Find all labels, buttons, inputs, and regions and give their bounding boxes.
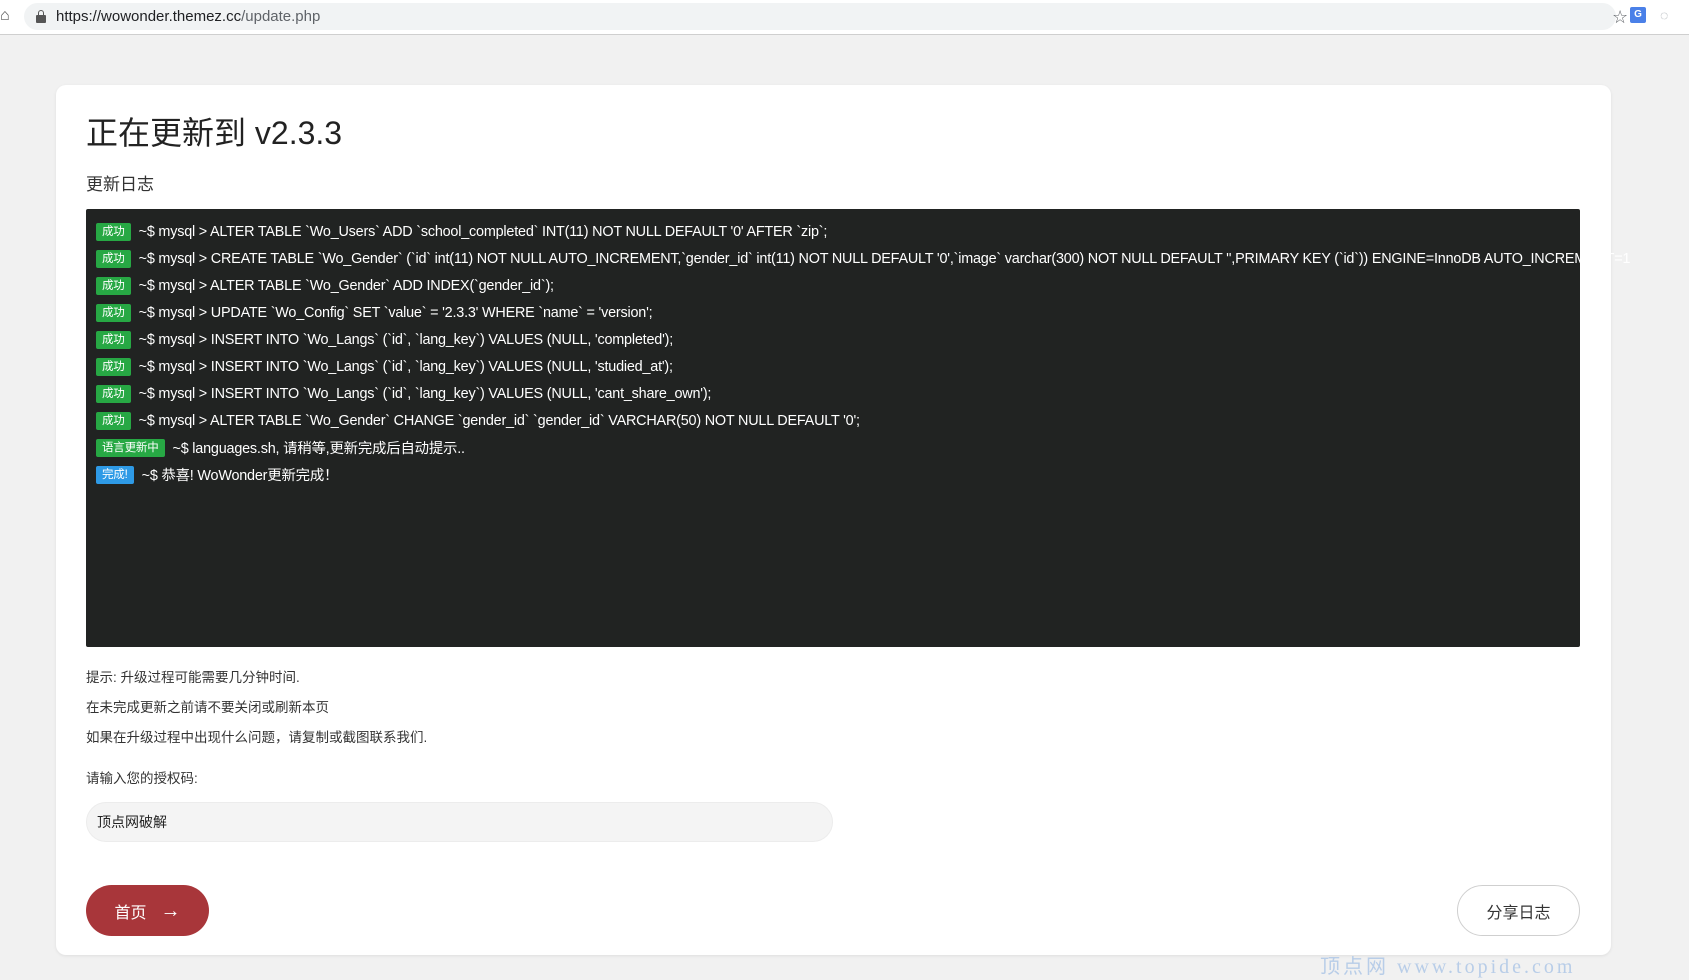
log-line: 成功 ~$ mysql > INSERT INTO `Wo_Langs` (`id…	[96, 326, 1570, 353]
log-text: ~$ mysql > ALTER TABLE `Wo_Gender` CHANG…	[138, 412, 860, 429]
success-badge: 语言更新中	[96, 438, 165, 457]
log-lines: 成功 ~$ mysql > ALTER TABLE `Wo_Users` ADD …	[96, 218, 1630, 488]
notes: 提示: 升级过程可能需要几分钟时间. 在未完成更新之前请不要关闭或刷新本页 如果…	[86, 663, 427, 753]
license-code-label: 请输入您的授权码:	[86, 771, 198, 786]
success-badge: 成功	[96, 222, 131, 241]
note-line: 在未完成更新之前请不要关闭或刷新本页	[86, 700, 329, 715]
log-text: ~$ mysql > ALTER TABLE `Wo_Users` ADD `s…	[138, 223, 828, 240]
lock-icon[interactable]	[36, 10, 46, 23]
success-badge: 成功	[96, 384, 131, 403]
log-text: ~$ 恭喜! WoWonder更新完成！	[141, 468, 339, 484]
watermark: 顶点网 www.topide.com	[1320, 956, 1576, 978]
home-button[interactable]: 首页 →	[86, 885, 209, 936]
log-line: 成功 ~$ mysql > UPDATE `Wo_Config` SET `val…	[96, 299, 1570, 326]
page-title: 正在更新到 v2.3.3	[86, 115, 343, 151]
log-text: ~$ mysql > CREATE TABLE `Wo_Gender` (`id…	[138, 250, 1631, 267]
log-line: 完成! ~$ 恭喜! WoWonder更新完成！	[96, 461, 1570, 488]
browser-toolbar: ⌂ https://wowonder.themez.cc/update.php …	[0, 0, 1689, 35]
address-bar[interactable]: https://wowonder.themez.cc/update.php ☆	[24, 3, 1628, 30]
log-line: 成功 ~$ mysql > ALTER TABLE `Wo_Gender` CHA…	[96, 407, 1570, 434]
note-line: 提示: 升级过程可能需要几分钟时间.	[86, 670, 300, 685]
log-line: 成功 ~$ mysql > CREATE TABLE `Wo_Gender` (`…	[96, 245, 1630, 272]
log-line: 语言更新中 ~$ languages.sh, 请稍等,更新完成后自动提示..	[96, 434, 1570, 461]
share-log-button[interactable]: 分享日志	[1457, 885, 1580, 936]
log-text: ~$ mysql > INSERT INTO `Wo_Langs` (`id`,…	[138, 331, 674, 348]
log-line: 成功 ~$ mysql > INSERT INTO `Wo_Langs` (`id…	[96, 380, 1570, 407]
log-text: ~$ mysql > INSERT INTO `Wo_Langs` (`id`,…	[138, 358, 673, 375]
update-log-console[interactable]: 成功 ~$ mysql > ALTER TABLE `Wo_Users` ADD …	[86, 209, 1630, 647]
done-badge: 完成!	[96, 465, 134, 484]
log-line: 成功 ~$ mysql > ALTER TABLE `Wo_Gender` ADD…	[96, 272, 1570, 299]
log-label: 更新日志	[86, 175, 154, 194]
log-text: ~$ mysql > INSERT INTO `Wo_Langs` (`id`,…	[138, 385, 712, 402]
home-icon[interactable]: ⌂	[0, 8, 10, 24]
success-badge: 成功	[96, 303, 131, 322]
star-icon[interactable]: ☆	[1612, 7, 1628, 27]
success-badge: 成功	[96, 249, 131, 268]
note-line: 如果在升级过程中出现什么问题，请复制或截图联系我们.	[86, 730, 428, 745]
success-badge: 成功	[96, 276, 131, 295]
success-badge: 成功	[96, 411, 131, 430]
log-line: 成功 ~$ mysql > ALTER TABLE `Wo_Users` ADD …	[96, 218, 1570, 245]
success-badge: 成功	[96, 357, 131, 376]
arrow-right-icon: →	[160, 899, 181, 922]
translate-icon[interactable]: G	[1630, 7, 1646, 23]
license-code-input[interactable]	[86, 802, 833, 842]
update-card: 正在更新到 v2.3.3 更新日志 成功 ~$ mysql > ALTER TAB…	[56, 85, 1630, 955]
extension-icon[interactable]: ◌	[1660, 6, 1674, 24]
url-path: /update.php	[241, 8, 321, 25]
home-button-label: 首页	[114, 904, 147, 922]
log-text: ~$ mysql > ALTER TABLE `Wo_Gender` ADD I…	[138, 277, 554, 294]
url-host: https://wowonder.themez.cc	[56, 8, 242, 25]
log-line: 成功 ~$ mysql > INSERT INTO `Wo_Langs` (`id…	[96, 353, 1570, 380]
success-badge: 成功	[96, 330, 131, 349]
url-text[interactable]: https://wowonder.themez.cc/update.php	[56, 8, 320, 25]
log-text: ~$ mysql > UPDATE `Wo_Config` SET `value…	[138, 304, 653, 321]
log-text: ~$ languages.sh, 请稍等,更新完成后自动提示..	[172, 441, 466, 457]
